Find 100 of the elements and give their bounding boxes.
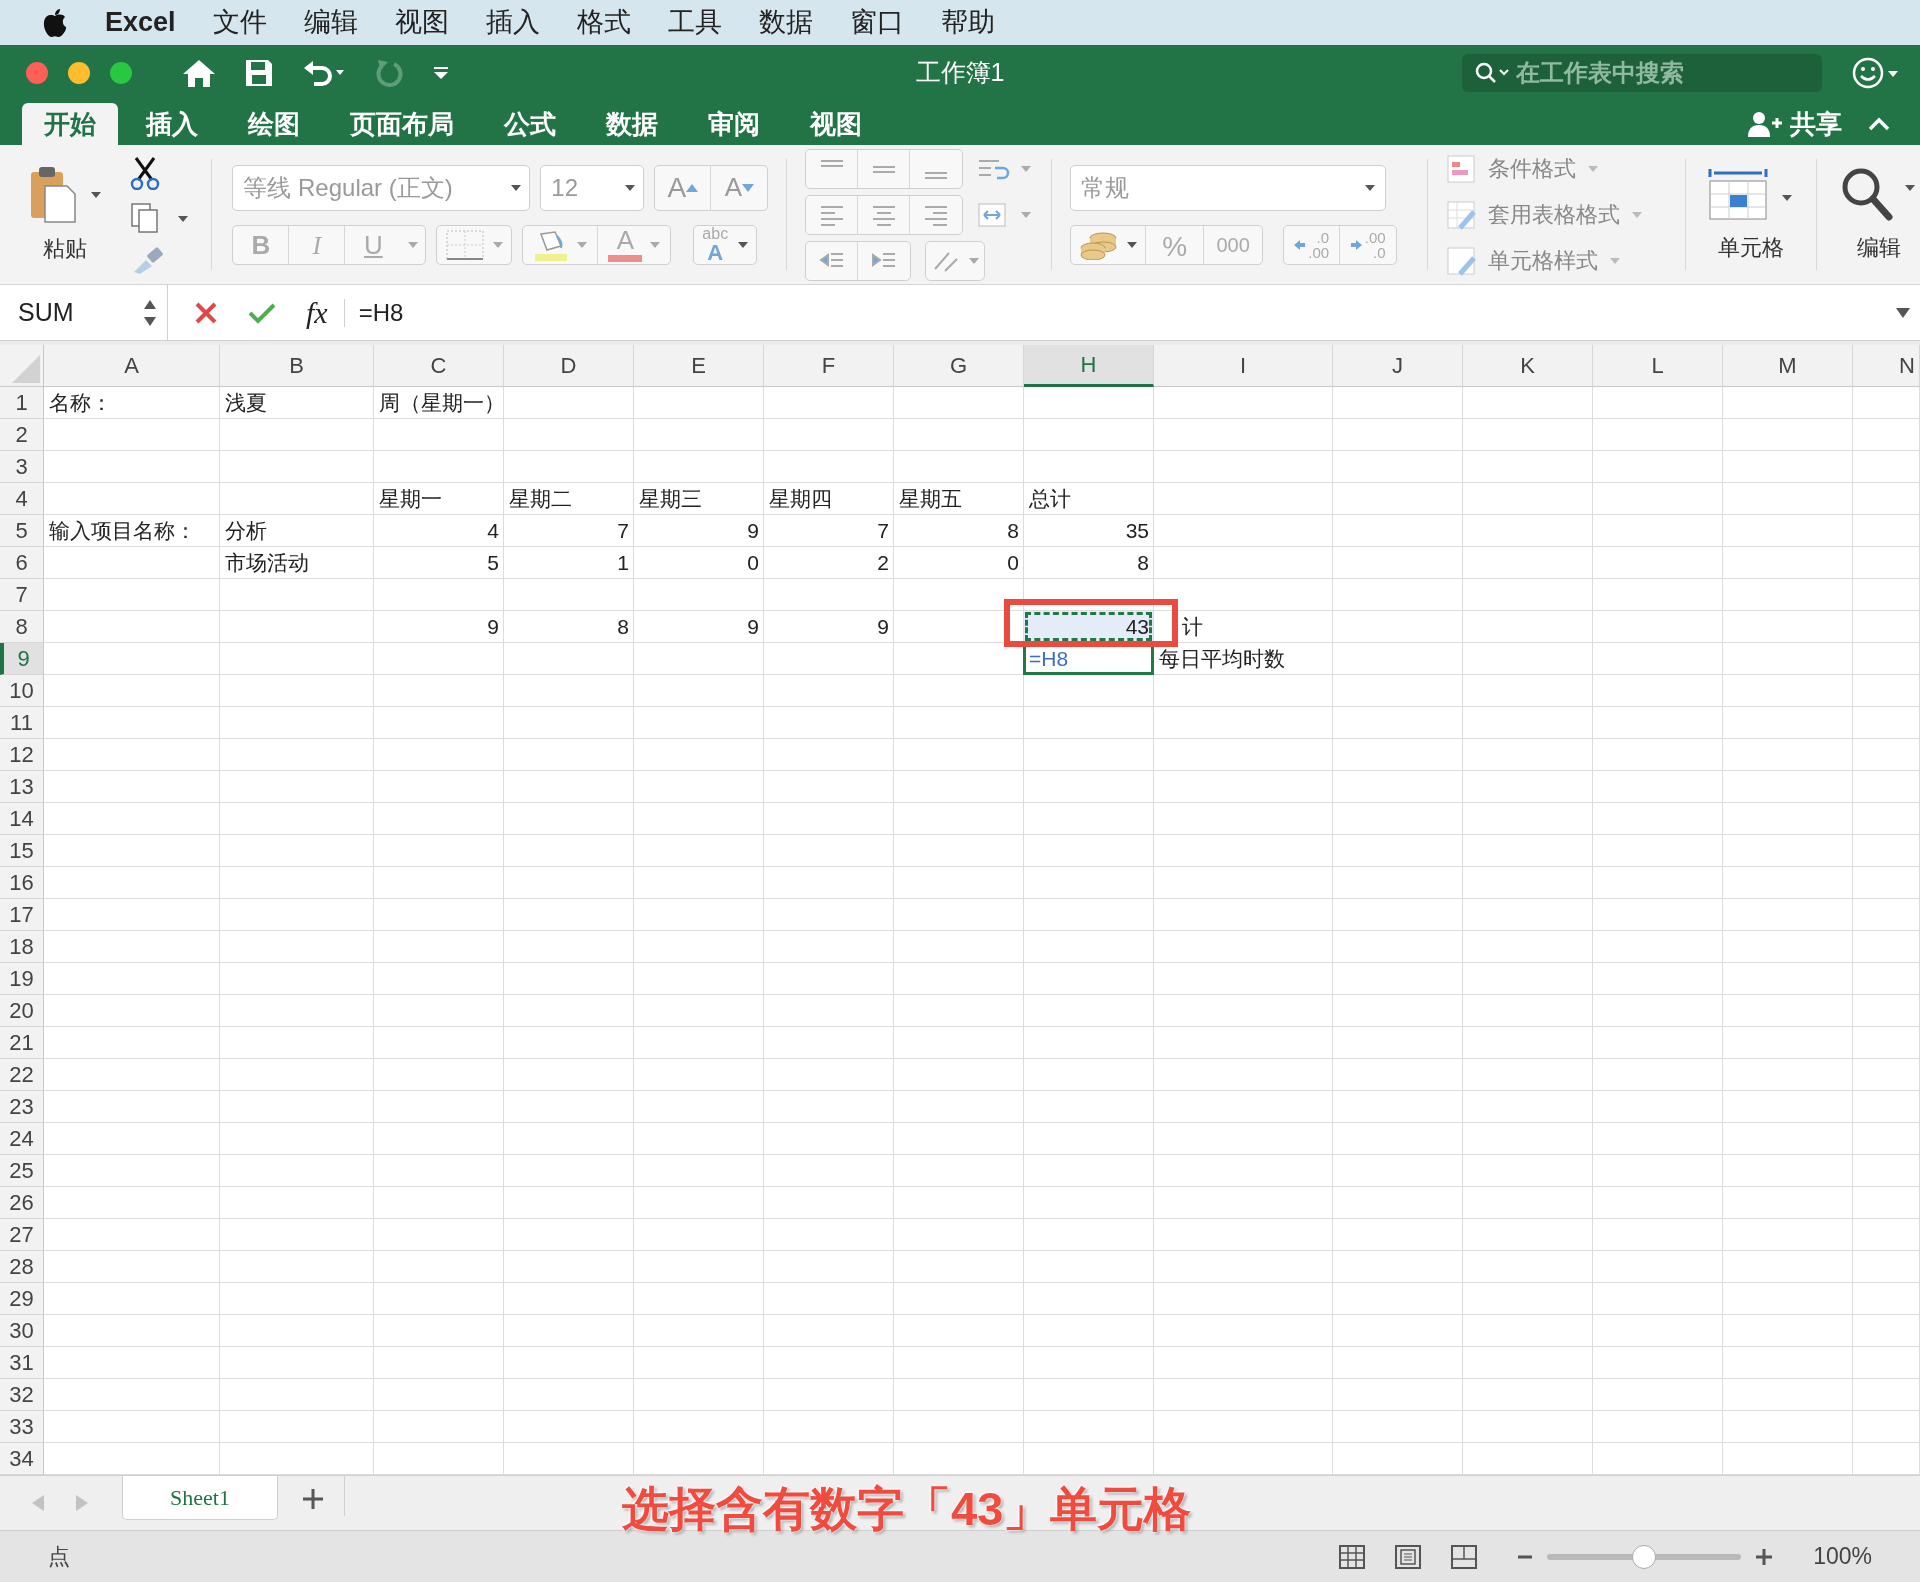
ribbon-tab[interactable]: 视图 <box>788 103 884 145</box>
previous-sheet-icon[interactable] <box>30 1493 46 1513</box>
grid-cell[interactable]: 9 <box>764 611 894 643</box>
formula-field[interactable]: =H8 <box>344 285 1896 340</box>
row-header[interactable]: 17 <box>0 899 44 931</box>
row-header[interactable]: 13 <box>0 771 44 803</box>
row-header[interactable]: 32 <box>0 1379 44 1411</box>
column-header[interactable]: A <box>44 345 220 387</box>
row-header[interactable]: 14 <box>0 803 44 835</box>
save-icon[interactable] <box>244 57 274 88</box>
grid-cell[interactable]: 8 <box>504 611 634 643</box>
row-header[interactable]: 23 <box>0 1091 44 1123</box>
next-sheet-icon[interactable] <box>74 1493 90 1513</box>
row-header[interactable]: 33 <box>0 1411 44 1443</box>
merge-cells-icon[interactable] <box>977 201 1034 228</box>
grid-cell[interactable]: 2 <box>764 547 894 579</box>
minimize-button[interactable] <box>68 61 90 84</box>
column-header[interactable]: F <box>764 345 894 387</box>
cells-button[interactable]: 单元格 <box>1705 145 1796 284</box>
menu-item[interactable]: 视图 <box>394 2 449 43</box>
cancel-icon[interactable] <box>194 300 218 325</box>
column-header[interactable]: J <box>1333 345 1463 387</box>
grid-cell[interactable]: 每日平均时数 <box>1154 643 1333 675</box>
column-header[interactable]: L <box>1593 345 1723 387</box>
row-header[interactable]: 18 <box>0 931 44 963</box>
row-header[interactable]: 7 <box>0 579 44 611</box>
ribbon-tab[interactable]: 页面布局 <box>328 103 476 145</box>
grid-cell[interactable]: 4 <box>374 515 504 547</box>
apple-icon[interactable] <box>42 7 68 38</box>
expand-formula-icon[interactable] <box>1896 307 1910 318</box>
menu-item[interactable]: 插入 <box>485 2 540 43</box>
grid-cell[interactable]: 浅夏 <box>220 387 374 419</box>
close-button[interactable] <box>26 61 48 84</box>
row-header[interactable]: 1 <box>0 387 44 419</box>
row-header[interactable]: 9 <box>0 643 44 675</box>
paste-button[interactable]: 粘贴 <box>20 145 111 284</box>
normal-view-icon[interactable] <box>1339 1544 1366 1569</box>
grid-cell[interactable]: 计 <box>1154 611 1333 643</box>
row-header[interactable]: 15 <box>0 835 44 867</box>
row-header[interactable]: 24 <box>0 1123 44 1155</box>
ribbon-tab[interactable]: 插入 <box>124 103 220 145</box>
select-all-icon[interactable] <box>12 355 40 383</box>
row-header[interactable]: 34 <box>0 1443 44 1475</box>
add-sheet-icon[interactable] <box>302 1488 324 1510</box>
grid-cell[interactable]: 0 <box>894 547 1024 579</box>
grid-cell[interactable]: 9 <box>374 611 504 643</box>
grid-cell[interactable]: 总计 <box>1024 483 1154 515</box>
column-header[interactable]: I <box>1154 345 1333 387</box>
ribbon-tab[interactable]: 审阅 <box>686 103 782 145</box>
row-header[interactable]: 6 <box>0 547 44 579</box>
grid-cell[interactable]: 星期五 <box>894 483 1024 515</box>
grid-cell[interactable]: 0 <box>634 547 764 579</box>
text-orientation-icon[interactable] <box>925 240 986 281</box>
menu-item[interactable]: 窗口 <box>849 2 904 43</box>
grid-cell[interactable]: 名称： <box>44 387 220 419</box>
search-field[interactable]: 在工作表中搜索 <box>1462 53 1822 92</box>
page-break-view-icon[interactable] <box>1451 1544 1478 1569</box>
row-header[interactable]: 12 <box>0 739 44 771</box>
row-header[interactable]: 30 <box>0 1315 44 1347</box>
zoom-button[interactable] <box>110 61 132 84</box>
grid-cell[interactable]: 8 <box>894 515 1024 547</box>
ribbon-tab[interactable]: 绘图 <box>226 103 322 145</box>
grid-cell[interactable]: 星期三 <box>634 483 764 515</box>
grid-cell[interactable]: =H8 <box>1024 643 1154 675</box>
insert-function-button[interactable]: fx <box>306 290 328 335</box>
column-header[interactable]: N <box>1853 345 1920 387</box>
grid-cell[interactable]: 市场活动 <box>220 547 374 579</box>
slider-thumb[interactable] <box>1632 1544 1657 1569</box>
row-header[interactable]: 16 <box>0 867 44 899</box>
menu-item[interactable]: 工具 <box>667 2 722 43</box>
row-header[interactable]: 8 <box>0 611 44 643</box>
row-header[interactable]: 20 <box>0 995 44 1027</box>
customize-toolbar-icon[interactable] <box>432 64 450 81</box>
row-header[interactable]: 29 <box>0 1283 44 1315</box>
grid-cell[interactable]: 9 <box>634 515 764 547</box>
menu-item[interactable]: 帮助 <box>940 2 995 43</box>
row-header[interactable]: 3 <box>0 451 44 483</box>
app-menu[interactable]: Excel <box>105 2 176 43</box>
page-layout-view-icon[interactable] <box>1395 1544 1422 1569</box>
row-header[interactable]: 11 <box>0 707 44 739</box>
row-header[interactable]: 2 <box>0 419 44 451</box>
borders-button[interactable] <box>436 224 513 265</box>
copy-icon[interactable] <box>130 201 191 234</box>
row-header[interactable]: 31 <box>0 1347 44 1379</box>
grid-cell[interactable]: 1 <box>504 547 634 579</box>
column-header[interactable]: C <box>374 345 504 387</box>
align-left-icon[interactable] <box>818 203 845 226</box>
row-header[interactable]: 5 <box>0 515 44 547</box>
column-header[interactable]: D <box>504 345 634 387</box>
grid-cell[interactable]: 8 <box>1024 547 1154 579</box>
sheet-tab[interactable]: Sheet1 <box>122 1476 278 1520</box>
grid-cell[interactable]: 星期一 <box>374 483 504 515</box>
align-center-icon[interactable] <box>870 203 897 226</box>
row-header[interactable]: 21 <box>0 1027 44 1059</box>
align-right-icon[interactable] <box>923 203 950 226</box>
grid-cell[interactable]: 分析 <box>220 515 374 547</box>
row-header[interactable]: 19 <box>0 963 44 995</box>
grid-cell[interactable]: 5 <box>374 547 504 579</box>
row-header[interactable]: 27 <box>0 1219 44 1251</box>
grid-cell[interactable]: 35 <box>1024 515 1154 547</box>
